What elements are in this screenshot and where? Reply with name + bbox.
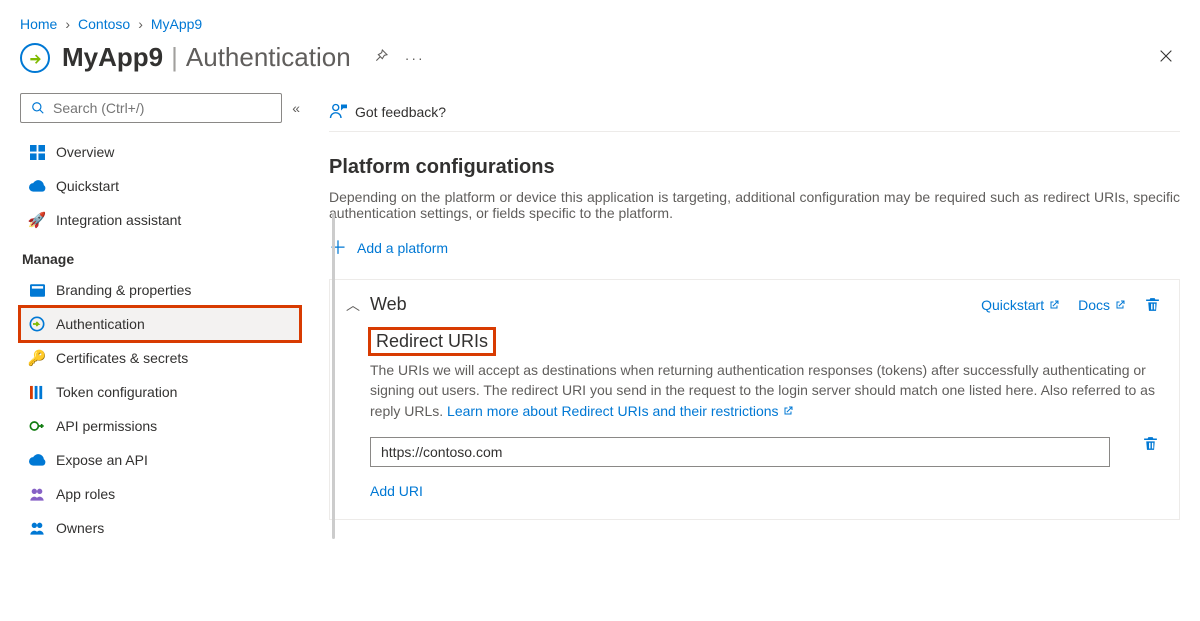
page-title: MyApp9 | Authentication <box>62 42 351 73</box>
sidebar-item-label: Expose an API <box>56 452 148 468</box>
external-link-icon <box>782 405 794 417</box>
add-uri-button[interactable]: Add URI <box>370 483 423 499</box>
page-title-section: Authentication <box>186 42 351 73</box>
main-content: Got feedback? Platform configurations De… <box>328 93 1180 520</box>
platform-config-title: Platform configurations <box>329 156 1180 179</box>
redirect-uris-desc: The URIs we will accept as destinations … <box>370 360 1161 421</box>
sidebar-divider <box>332 213 335 539</box>
external-link-icon <box>1048 299 1060 311</box>
web-quickstart-link[interactable]: Quickstart <box>981 297 1060 313</box>
search-input-wrapper[interactable] <box>20 93 282 123</box>
roles-icon <box>28 485 46 503</box>
web-docs-link[interactable]: Docs <box>1078 297 1126 313</box>
breadcrumb-app[interactable]: MyApp9 <box>151 16 202 32</box>
search-input[interactable] <box>53 100 271 116</box>
nav-group-manage: Manage <box>22 251 300 267</box>
sidebar: « Overview Quickstart 🚀 Integration assi… <box>20 93 300 545</box>
key-icon: 🔑 <box>28 349 46 367</box>
sidebar-item-label: Branding & properties <box>56 282 191 298</box>
more-icon[interactable]: ··· <box>405 50 425 66</box>
overview-icon <box>28 143 46 161</box>
sidebar-item-label: Overview <box>56 144 114 160</box>
redirect-uris-heading: Redirect URIs <box>370 329 494 354</box>
sidebar-item-branding[interactable]: Branding & properties <box>20 273 300 307</box>
sidebar-item-label: Integration assistant <box>56 212 181 228</box>
token-icon <box>28 383 46 401</box>
breadcrumb: Home › Contoso › MyApp9 <box>20 16 1180 32</box>
api-perm-icon <box>28 417 46 435</box>
page-title-row: MyApp9 | Authentication ··· <box>20 42 1180 73</box>
chevron-right-icon: › <box>65 16 70 32</box>
page-title-app: MyApp9 <box>62 42 163 73</box>
cloud-icon <box>28 177 46 195</box>
feedback-icon <box>329 103 347 121</box>
platform-config-desc: Depending on the platform or device this… <box>329 189 1180 221</box>
web-platform-card: ︿ Web Quickstart Docs Redirect U <box>329 279 1180 520</box>
add-platform-label: Add a platform <box>357 240 448 256</box>
sidebar-item-authentication[interactable]: Authentication <box>20 307 300 341</box>
search-icon <box>31 101 45 115</box>
breadcrumb-org[interactable]: Contoso <box>78 16 130 32</box>
sidebar-item-label: Certificates & secrets <box>56 350 188 366</box>
web-card-title: Web <box>370 294 407 315</box>
sidebar-item-quickstart[interactable]: Quickstart <box>20 169 300 203</box>
sidebar-item-label: Authentication <box>56 316 145 332</box>
sidebar-item-label: App roles <box>56 486 115 502</box>
feedback-label: Got feedback? <box>355 104 446 120</box>
chevron-right-icon: › <box>138 16 143 32</box>
external-link-icon <box>1114 299 1126 311</box>
sidebar-item-api-permissions[interactable]: API permissions <box>20 409 300 443</box>
sidebar-item-label: Owners <box>56 520 104 536</box>
sidebar-item-token[interactable]: Token configuration <box>20 375 300 409</box>
app-icon <box>20 43 50 73</box>
sidebar-item-label: Quickstart <box>56 178 119 194</box>
collapse-sidebar-icon[interactable]: « <box>292 100 300 116</box>
sidebar-item-overview[interactable]: Overview <box>20 135 300 169</box>
sidebar-item-label: Token configuration <box>56 384 177 400</box>
expose-icon <box>28 451 46 469</box>
breadcrumb-home[interactable]: Home <box>20 16 57 32</box>
branding-icon <box>28 281 46 299</box>
sidebar-item-app-roles[interactable]: App roles <box>20 477 300 511</box>
add-platform-button[interactable]: ＋ Add a platform <box>329 239 448 257</box>
feedback-button[interactable]: Got feedback? <box>329 93 1180 132</box>
close-icon[interactable] <box>1158 48 1180 67</box>
sidebar-item-owners[interactable]: Owners <box>20 511 300 545</box>
sidebar-item-certificates[interactable]: 🔑 Certificates & secrets <box>20 341 300 375</box>
delete-uri-icon[interactable] <box>1142 435 1159 452</box>
redirect-learn-more-link[interactable]: Learn more about Redirect URIs and their… <box>447 403 793 419</box>
pin-icon[interactable] <box>373 48 389 67</box>
chevron-up-icon[interactable]: ︿ <box>344 295 362 315</box>
delete-platform-icon[interactable] <box>1144 296 1161 313</box>
sidebar-item-expose-api[interactable]: Expose an API <box>20 443 300 477</box>
owners-icon <box>28 519 46 537</box>
redirect-uri-input[interactable] <box>370 437 1110 467</box>
sidebar-item-integration[interactable]: 🚀 Integration assistant <box>20 203 300 237</box>
auth-icon <box>28 315 46 333</box>
sidebar-item-label: API permissions <box>56 418 157 434</box>
rocket-icon: 🚀 <box>28 211 46 229</box>
